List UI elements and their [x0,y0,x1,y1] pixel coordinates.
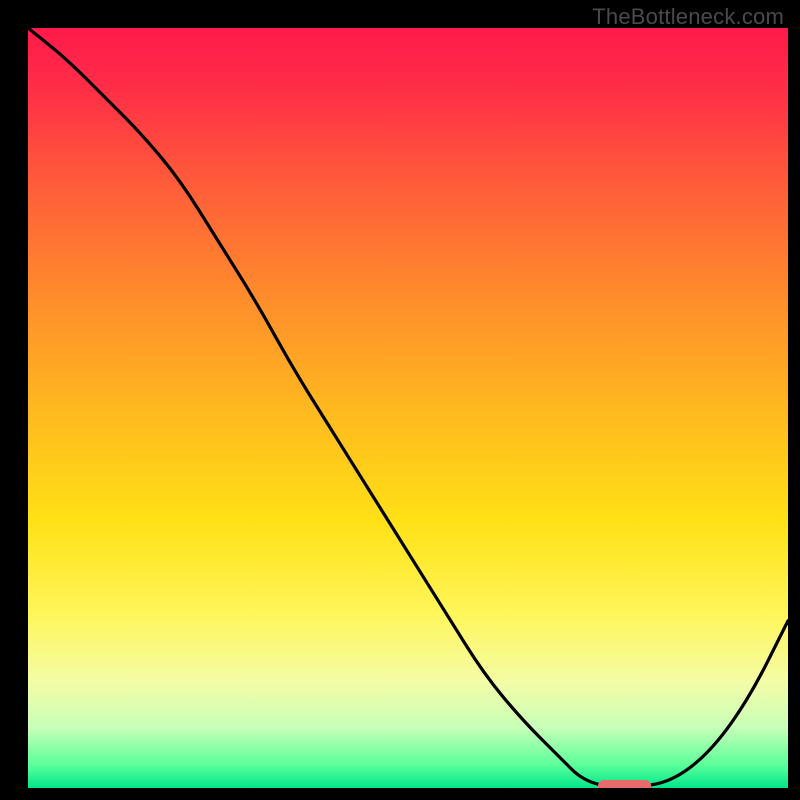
optimal-marker [28,28,788,788]
chart-frame: TheBottleneck.com [0,0,800,800]
watermark-text: TheBottleneck.com [592,4,784,30]
